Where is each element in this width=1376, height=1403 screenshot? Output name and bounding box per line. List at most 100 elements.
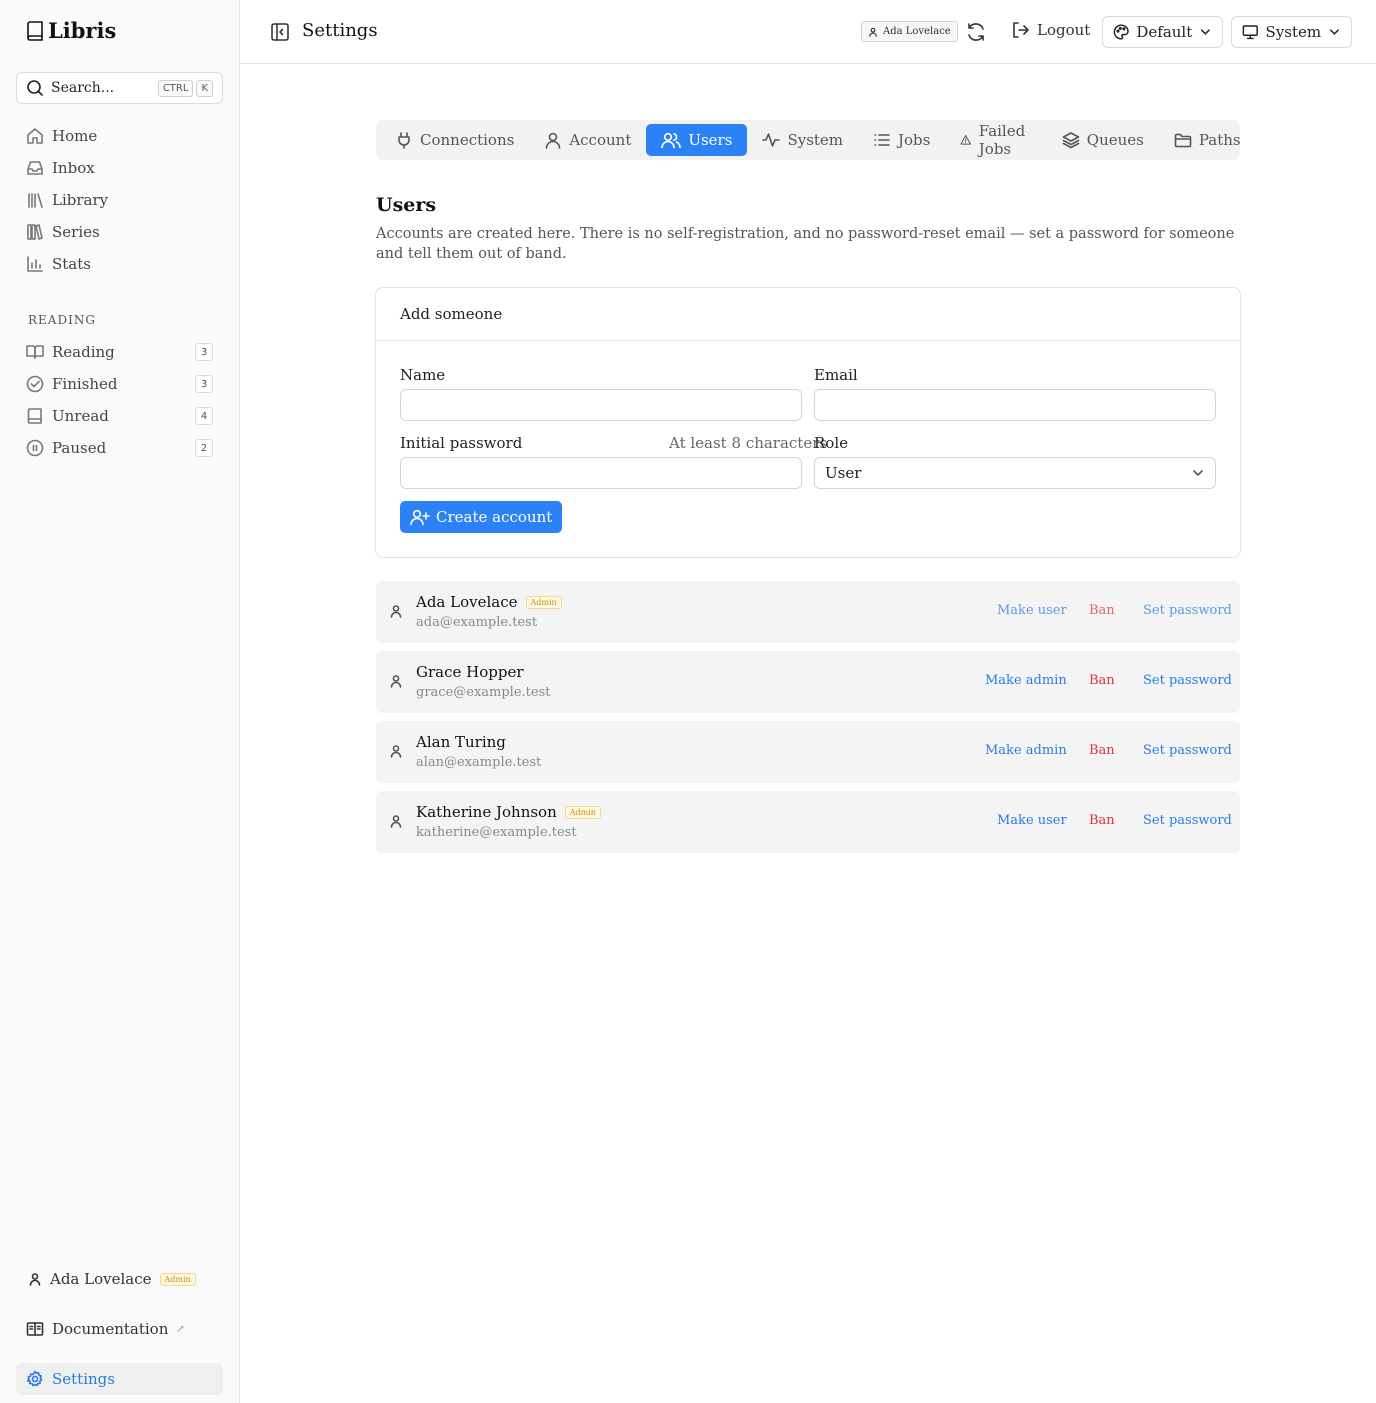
make-user-button[interactable]: Make user [997,813,1067,828]
layers-icon [1062,132,1080,149]
chevron-down-icon [1193,470,1203,476]
book-open-icon [26,345,44,359]
chevron-down-icon [1330,29,1339,35]
tab-queues[interactable]: Queues [1047,124,1159,156]
brand-name: Libris [48,18,117,43]
gear-icon [26,1370,43,1387]
set-password-button[interactable]: Set password [1143,603,1232,618]
sidebar-item-label: Finished [52,375,118,393]
theme-select[interactable]: Default [1102,16,1223,48]
tab-label: Paths [1198,131,1241,149]
password-label: Initial password [400,434,523,452]
password-hint: At least 8 characters [669,434,828,452]
sidebar-item-home[interactable]: Home [16,120,223,152]
ban-button[interactable]: Ban [1089,813,1115,828]
password-input[interactable] [400,457,802,489]
user-plus-icon [410,509,430,526]
set-password-button[interactable]: Set password [1143,743,1232,758]
sidebar-item-reading[interactable]: Reading 3 [16,336,223,368]
user-icon [869,27,877,37]
sidebar-item-label: Settings [52,1370,115,1388]
user-row: Katherine Johnson Admin katherine@exampl… [376,791,1240,853]
user-row: Grace Hopper grace@example.test Make adm… [376,651,1240,713]
tab-label: Failed Jobs [978,122,1026,158]
external-link-icon: ↗ [176,1323,185,1335]
user-name-text: Ada Lovelace [416,593,518,611]
sidebar-item-inbox[interactable]: Inbox [16,152,223,184]
settings-tabs: Connections Account Users System Jobs Fa… [376,120,1241,160]
email-input[interactable] [814,389,1216,421]
sidebar-item-label: Unread [52,407,109,425]
book-open-icon [26,1322,44,1336]
role-value: User [825,464,862,482]
sidebar-item-paused[interactable]: Paused 2 [16,432,223,464]
user-chip-name: Ada Lovelace [883,26,951,37]
tab-connections[interactable]: Connections [380,124,529,156]
user-name-text: Alan Turing [416,733,506,751]
search-icon [27,80,43,96]
make-admin-button[interactable]: Make admin [985,673,1067,688]
create-account-button[interactable]: Create account [400,501,563,533]
brand-logo[interactable]: Libris [26,18,116,43]
ban-button[interactable]: Ban [1089,743,1115,758]
ban-button[interactable]: Ban [1089,603,1115,618]
monitor-icon [1242,25,1258,40]
warning-icon [960,135,972,145]
documentation-link[interactable]: Documentation ↗ [26,1320,185,1338]
count-badge: 2 [195,439,213,457]
user-row: Alan Turing alan@example.test Make admin… [376,721,1240,783]
role-select[interactable]: User [814,457,1216,489]
ban-button[interactable]: Ban [1089,673,1115,688]
user-icon [390,605,402,618]
sidebar-user[interactable]: Ada Lovelace Admin [28,1270,196,1288]
logout-button[interactable]: Logout [1010,20,1090,40]
sidebar-item-label: Reading [52,343,115,361]
tab-label: Connections [420,131,515,149]
count-badge: 3 [195,375,213,393]
top-header: Settings Ada Lovelace Logout Default Sys… [240,0,1376,64]
user-name: Katherine Johnson Admin [416,803,601,821]
mode-select[interactable]: System [1231,16,1352,48]
tab-system[interactable]: System [747,124,858,156]
sidebar-item-stats[interactable]: Stats [16,248,223,280]
reading-section-title: READING [28,313,96,327]
admin-badge: Admin [525,595,562,609]
sidebar-toggle-button[interactable] [270,22,290,42]
tab-paths[interactable]: Paths [1159,124,1256,156]
tab-jobs[interactable]: Jobs [858,124,945,156]
user-row: Ada Lovelace Admin ada@example.test Make… [376,581,1240,643]
sidebar-item-series[interactable]: Series [16,216,223,248]
stats-icon [27,256,43,272]
refresh-button[interactable] [965,21,987,43]
user-email: grace@example.test [416,685,551,700]
make-admin-button[interactable]: Make admin [985,743,1067,758]
sidebar-item-label: Library [52,191,109,209]
user-icon [546,132,561,149]
set-password-button[interactable]: Set password [1143,673,1232,688]
sidebar-item-library[interactable]: Library [16,184,223,216]
sidebar-item-settings[interactable]: Settings [16,1363,223,1395]
search-button[interactable]: Search... CTRL K [16,72,223,104]
name-input[interactable] [400,389,802,421]
tab-label: System [787,131,844,149]
user-name: Alan Turing [416,733,506,751]
count-badge: 4 [195,407,213,425]
count-badge: 3 [195,343,213,361]
main-nav: Home Inbox Library Series Stats [16,120,223,280]
role-label: Role [814,434,848,452]
palette-icon [1113,24,1129,40]
logout-label: Logout [1037,21,1091,39]
sidebar-item-unread[interactable]: Unread 4 [16,400,223,432]
user-chip[interactable]: Ada Lovelace [861,21,958,42]
sidebar-item-finished[interactable]: Finished 3 [16,368,223,400]
user-icon [390,745,402,758]
name-label: Name [400,366,446,384]
tab-users[interactable]: Users [646,124,748,156]
tab-failed-jobs[interactable]: Failed Jobs [945,122,1046,158]
section-description: Accounts are created here. There is no s… [376,226,1235,262]
make-user-button[interactable]: Make user [997,603,1067,618]
user-name: Ada Lovelace Admin [416,593,562,611]
set-password-button[interactable]: Set password [1143,813,1232,828]
home-icon [27,128,43,144]
tab-account[interactable]: Account [529,124,646,156]
